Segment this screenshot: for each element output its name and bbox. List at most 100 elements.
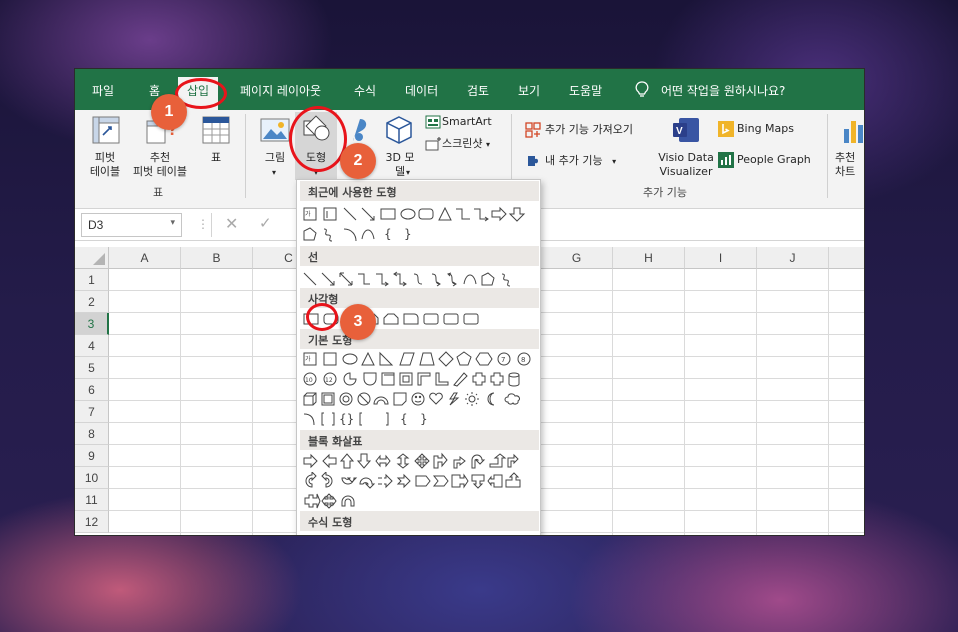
section-recent-shapes: 최근에 사용한 도형 bbox=[300, 181, 539, 201]
column-header[interactable]: H bbox=[613, 247, 685, 269]
shape-row-recent-1[interactable]: 가 bbox=[302, 205, 536, 223]
picture-dropdown-icon[interactable]: ▾ bbox=[269, 166, 279, 180]
row-header[interactable]: 10 bbox=[75, 467, 109, 489]
column-header[interactable]: I bbox=[685, 247, 757, 269]
svg-text:가: 가 bbox=[305, 210, 311, 218]
select-all-corner[interactable] bbox=[75, 247, 109, 269]
name-box[interactable]: D3 ▾ bbox=[81, 213, 182, 237]
shape-row-lines[interactable] bbox=[302, 270, 536, 288]
recommended-charts-icon[interactable] bbox=[841, 115, 865, 145]
row-header[interactable]: 9 bbox=[75, 445, 109, 467]
svg-text:V: V bbox=[676, 126, 683, 137]
rounded-rectangle-highlight bbox=[306, 303, 338, 331]
tab-view[interactable]: 보기 bbox=[518, 82, 540, 99]
tab-page-layout[interactable]: 페이지 레이아웃 bbox=[240, 82, 321, 99]
step-badge-1: 1 bbox=[151, 94, 187, 130]
people-graph-button[interactable]: People Graph bbox=[737, 153, 811, 167]
tell-me-search[interactable]: 어떤 작업을 원하시나요? bbox=[661, 82, 785, 99]
column-header[interactable]: G bbox=[541, 247, 613, 269]
picture-label[interactable]: 그림 bbox=[261, 151, 289, 165]
tab-file[interactable]: 파일 bbox=[92, 82, 114, 99]
section-rectangles: 사각형 bbox=[300, 288, 539, 308]
visio-icon[interactable]: V bbox=[671, 115, 701, 145]
table-label[interactable]: 표 bbox=[205, 151, 227, 165]
3d-model-dropdown-icon[interactable]: ▾ bbox=[403, 166, 413, 180]
smartart-button[interactable]: SmartArt bbox=[442, 115, 492, 129]
3d-model-icon[interactable] bbox=[384, 115, 414, 145]
recommended-charts-label[interactable]: 추천 차트 bbox=[835, 151, 864, 179]
tab-data[interactable]: 데이터 bbox=[405, 82, 438, 99]
people-graph-icon[interactable] bbox=[718, 152, 734, 168]
svg-text:{: { bbox=[400, 412, 408, 426]
formula-divider bbox=[211, 213, 223, 237]
svg-text:}: } bbox=[420, 412, 428, 426]
row-header[interactable]: 5 bbox=[75, 357, 109, 379]
column-header-partial[interactable] bbox=[829, 247, 864, 269]
bing-maps-button[interactable]: Bing Maps bbox=[737, 122, 794, 136]
get-addins-icon[interactable] bbox=[525, 122, 541, 138]
row-header[interactable]: 4 bbox=[75, 335, 109, 357]
visio-data-visualizer-label[interactable]: Visio Data Visualizer bbox=[653, 151, 719, 179]
shapes-gallery: 최근에 사용한 도형 가 {} 선 사각형 기본 도형 가 7 8 10 12… bbox=[296, 179, 541, 535]
lightbulb-icon bbox=[635, 81, 649, 97]
svg-text:{}: {} bbox=[339, 412, 354, 426]
row-header[interactable]: 1 bbox=[75, 269, 109, 291]
tab-formulas[interactable]: 수식 bbox=[354, 82, 376, 99]
ribbon-separator bbox=[827, 114, 828, 198]
section-equation-shapes: 수식 도형 bbox=[300, 511, 539, 531]
shape-row-basic-1[interactable]: 가 7 8 bbox=[302, 350, 536, 368]
column-header[interactable]: B bbox=[181, 247, 253, 269]
tab-review[interactable]: 검토 bbox=[467, 82, 489, 99]
svg-text:{: { bbox=[384, 227, 392, 241]
column-header[interactable]: A bbox=[109, 247, 181, 269]
column-header[interactable]: J bbox=[757, 247, 829, 269]
svg-text:12: 12 bbox=[325, 377, 333, 384]
shape-row-recent-2[interactable]: { } bbox=[302, 225, 536, 243]
row-header[interactable]: 12 bbox=[75, 511, 109, 533]
pivot-table-label[interactable]: 피벗 테이블 bbox=[83, 151, 127, 179]
screenshot-icon[interactable] bbox=[425, 137, 443, 153]
group-tables-label: 표 bbox=[153, 186, 164, 199]
picture-icon[interactable] bbox=[259, 115, 291, 145]
get-addins-button[interactable]: 추가 기능 가져오기 bbox=[545, 123, 633, 137]
bing-maps-icon[interactable] bbox=[718, 121, 734, 137]
row-header[interactable]: 6 bbox=[75, 379, 109, 401]
my-addins-icon[interactable] bbox=[525, 153, 541, 169]
icons-icon[interactable] bbox=[349, 117, 371, 143]
row-header[interactable]: 7 bbox=[75, 401, 109, 423]
svg-text:10: 10 bbox=[305, 377, 313, 384]
cancel-entry-icon[interactable]: ✕ bbox=[225, 214, 238, 233]
3d-model-label[interactable]: 3D 모델 bbox=[379, 151, 421, 179]
row-header[interactable]: 2 bbox=[75, 291, 109, 313]
tab-help[interactable]: 도움말 bbox=[569, 82, 602, 99]
row-header[interactable]: 11 bbox=[75, 489, 109, 511]
svg-text:}: } bbox=[404, 227, 412, 241]
svg-text:7: 7 bbox=[501, 356, 505, 364]
ribbon-separator bbox=[245, 114, 246, 198]
shape-row-basic-4[interactable]: {} { } bbox=[302, 410, 536, 428]
svg-text:가: 가 bbox=[305, 355, 311, 363]
screenshot-button[interactable]: 스크린샷 ▾ bbox=[442, 137, 490, 152]
my-addins-button[interactable]: 내 추가 기능 ▾ bbox=[545, 154, 616, 169]
shape-row-arrows-3[interactable] bbox=[302, 492, 536, 510]
shape-row-arrows-2[interactable] bbox=[302, 472, 536, 490]
formula-bar-grip-icon: ⋮ bbox=[197, 217, 209, 231]
smartart-icon[interactable] bbox=[425, 114, 441, 130]
row-header[interactable]: 8 bbox=[75, 423, 109, 445]
shape-row-basic-3[interactable] bbox=[302, 390, 536, 408]
row-header[interactable]: 3 bbox=[75, 313, 109, 335]
confirm-entry-icon[interactable]: ✓ bbox=[259, 214, 272, 232]
name-box-dropdown-icon[interactable]: ▾ bbox=[170, 217, 175, 228]
shapes-button-highlight bbox=[289, 106, 347, 172]
shape-row-arrows-1[interactable] bbox=[302, 452, 536, 470]
pivot-table-icon[interactable] bbox=[91, 115, 121, 145]
group-addins-label: 추가 기능 bbox=[643, 186, 687, 199]
section-lines: 선 bbox=[300, 246, 539, 266]
excel-window: 파일 홈 삽입 페이지 레이아웃 수식 데이터 검토 보기 도움말 어떤 작업을… bbox=[74, 68, 865, 536]
section-basic-shapes: 기본 도형 bbox=[300, 329, 539, 349]
step-badge-3: 3 bbox=[340, 304, 376, 340]
shape-row-basic-2[interactable]: 10 12 bbox=[302, 370, 536, 388]
section-block-arrows: 블록 화살표 bbox=[300, 430, 539, 450]
table-icon[interactable] bbox=[201, 115, 231, 145]
recommended-pivot-label[interactable]: 추천 피벗 테이블 bbox=[127, 151, 193, 179]
